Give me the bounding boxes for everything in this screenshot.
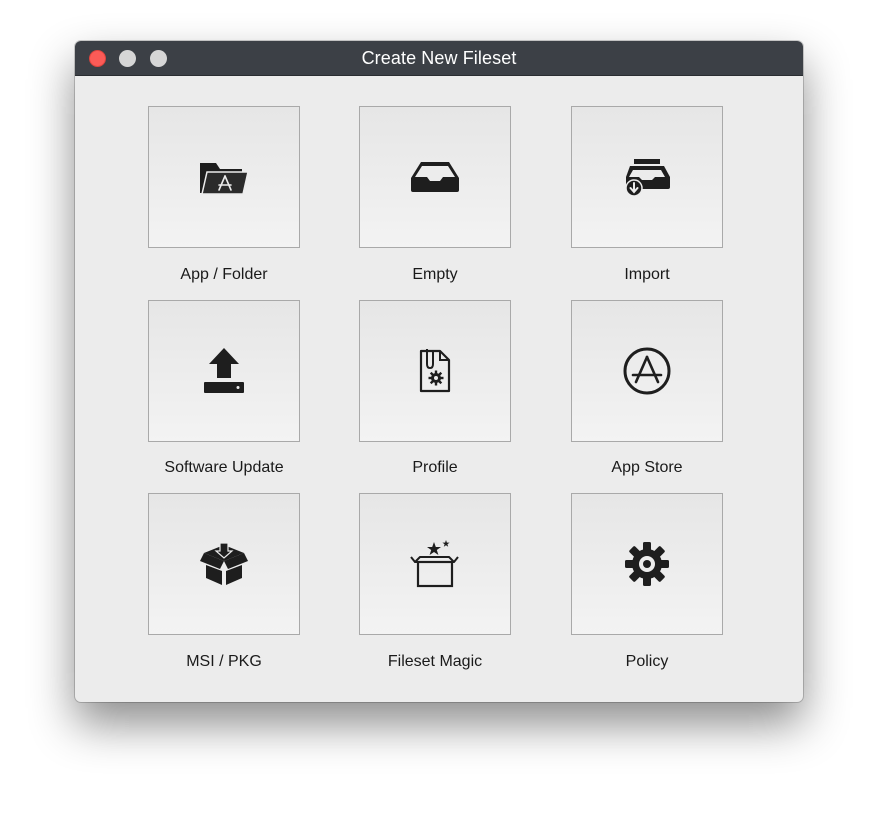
magic-box-icon — [410, 540, 459, 588]
profile-document-icon — [419, 349, 451, 393]
gear-icon — [625, 542, 669, 586]
window-title: Create New Fileset — [361, 48, 517, 68]
fileset-magic-button[interactable] — [359, 493, 511, 635]
fileset-magic-label: Fileset Magic — [387, 653, 483, 670]
app-store-icon — [623, 347, 671, 395]
empty-tray-icon — [411, 162, 459, 192]
import-label: Import — [624, 266, 670, 283]
import-button[interactable] — [571, 106, 723, 248]
profile-label: Profile — [412, 459, 458, 476]
app-folder-button[interactable] — [148, 106, 300, 248]
policy-label: Policy — [625, 653, 669, 670]
profile-button[interactable] — [359, 300, 511, 442]
create-fileset-window: Create New Fileset App / Folder Empty Im… — [75, 41, 803, 702]
msi-pkg-label: MSI / PKG — [186, 653, 262, 670]
msi-pkg-button[interactable] — [148, 493, 300, 635]
upload-arrow-icon — [204, 348, 244, 393]
package-box-icon — [200, 542, 248, 585]
empty-button[interactable] — [359, 106, 511, 248]
app-folder-icon — [200, 163, 249, 195]
software-update-button[interactable] — [148, 300, 300, 442]
software-update-label: Software Update — [164, 459, 284, 476]
app-store-button[interactable] — [571, 300, 723, 442]
policy-button[interactable] — [571, 493, 723, 635]
empty-label: Empty — [412, 266, 458, 283]
import-tray-icon — [625, 159, 670, 197]
app-folder-label: App / Folder — [180, 266, 268, 283]
app-store-label: App Store — [611, 459, 683, 476]
title-bar: Create New Fileset — [75, 41, 803, 76]
